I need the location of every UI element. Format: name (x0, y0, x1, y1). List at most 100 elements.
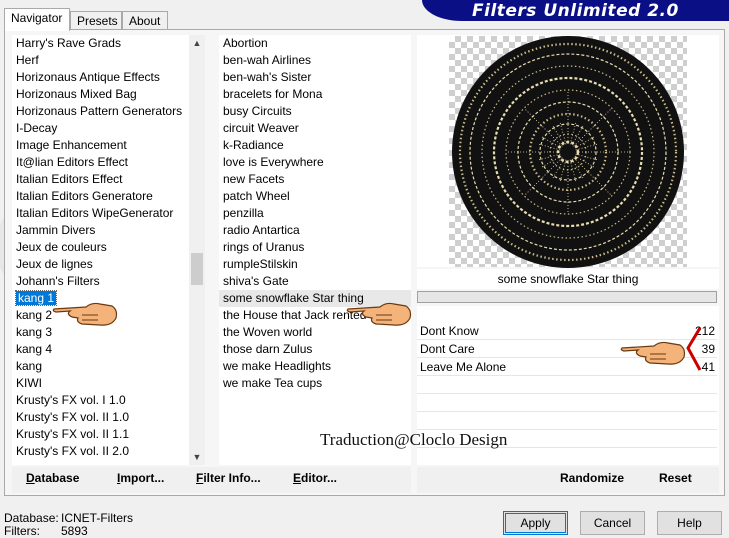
filter-info-button[interactable]: Filter Info... (196, 471, 261, 485)
param-label: Leave Me Alone (420, 360, 507, 374)
filter-item[interactable]: busy Circuits (219, 103, 411, 120)
item-label: Krusty's FX vol. II 2.0 (16, 444, 129, 458)
category-item[interactable]: Jammin Divers (12, 222, 204, 239)
category-list[interactable]: Harry's Rave Grads Herf Horizonaus Antique… (12, 35, 204, 465)
button-label: mport... (120, 471, 165, 485)
category-item[interactable]: Jeux de lignes (12, 256, 204, 273)
item-label: Abortion (223, 36, 268, 50)
filter-item[interactable]: bracelets for Mona (219, 86, 411, 103)
item-label: bracelets for Mona (223, 87, 323, 101)
button-label: ilter Info... (203, 471, 261, 485)
filter-item[interactable]: ben-wah's Sister (219, 69, 411, 86)
item-label: Herf (16, 53, 39, 67)
item-label: Horizonaus Mixed Bag (16, 87, 137, 101)
filter-item[interactable]: ben-wah Airlines (219, 52, 411, 69)
item-label: the Woven world (223, 325, 313, 339)
filter-item[interactable]: Abortion (219, 35, 411, 52)
param-row-empty (417, 394, 717, 412)
database-button[interactable]: Database (26, 471, 79, 485)
tab-presets[interactable]: Presets (70, 11, 122, 30)
item-label: kang 3 (16, 325, 53, 339)
item-label: we make Tea cups (223, 376, 323, 390)
category-item[interactable]: kang 4 (12, 341, 204, 358)
item-label: KIWI (16, 376, 42, 390)
item-label: we make Headlights (223, 359, 332, 373)
category-item[interactable]: Horizonaus Mixed Bag (12, 86, 204, 103)
pointing-hand-with-bracket-icon (620, 327, 702, 371)
param-label: Dont Know (420, 324, 479, 338)
item-label: patch Wheel (223, 189, 290, 203)
category-item[interactable]: Horizonaus Pattern Generators (12, 103, 204, 120)
param-row-empty (417, 376, 717, 394)
accesskey: D (26, 471, 35, 485)
category-item[interactable]: Krusty's FX vol. II 2.0 (12, 443, 204, 460)
item-label: Krusty's FX vol. II 1.1 (16, 427, 129, 441)
filter-item[interactable]: shiva's Gate (219, 273, 411, 290)
button-label: atabase (34, 471, 80, 485)
database-label: Database: (4, 511, 59, 525)
category-scrollbar[interactable]: ▲ ▼ (189, 35, 205, 465)
category-item[interactable]: Herf (12, 52, 204, 69)
category-item[interactable]: Krusty's FX vol. I 1.0 (12, 392, 204, 409)
category-item[interactable]: KIWI (12, 375, 204, 392)
scroll-down-icon[interactable]: ▼ (189, 449, 205, 465)
pointing-hand-icon (346, 302, 412, 326)
filter-item[interactable]: radio Antartica (219, 222, 411, 239)
help-button[interactable]: Help (657, 511, 722, 535)
category-item[interactable]: Jeux de couleurs (12, 239, 204, 256)
item-label: rumpleStilskin (223, 257, 298, 271)
credit-text: Traduction@Cloclo Design (320, 430, 508, 449)
apply-button[interactable]: Apply (503, 511, 568, 535)
filter-item[interactable]: new Facets (219, 171, 411, 188)
tab-about[interactable]: About (122, 11, 168, 30)
editor-button[interactable]: Editor... (293, 471, 337, 485)
item-label: kang (16, 359, 43, 373)
category-item[interactable]: Horizonaus Antique Effects (12, 69, 204, 86)
category-item[interactable]: It@lian Editors Effect (12, 154, 204, 171)
filter-item[interactable]: rumpleStilskin (219, 256, 411, 273)
category-item[interactable]: Italian Editors Effect (12, 171, 204, 188)
item-label: Harry's Rave Grads (16, 36, 121, 50)
category-item[interactable]: Krusty's FX vol. II 1.1 (12, 426, 204, 443)
preview-snowflake-image (452, 36, 684, 268)
reset-button[interactable]: Reset (659, 471, 692, 485)
filter-item[interactable]: we make Tea cups (219, 375, 411, 392)
cancel-button[interactable]: Cancel (580, 511, 645, 535)
item-label: shiva's Gate (223, 274, 289, 288)
item-label: Italian Editors WipeGenerator (16, 206, 174, 220)
scroll-up-icon[interactable]: ▲ (189, 35, 205, 51)
scroll-thumb[interactable] (191, 253, 203, 285)
preview-button-bar: Randomize Reset (417, 467, 719, 493)
filter-list[interactable]: Abortion ben-wah Airlines ben-wah's Sister… (219, 35, 411, 465)
item-label: Johann's Filters (16, 274, 100, 288)
filter-item[interactable]: circuit Weaver (219, 120, 411, 137)
item-label: It@lian Editors Effect (16, 155, 129, 169)
category-item[interactable]: Italian Editors WipeGenerator (12, 205, 204, 222)
category-item[interactable]: Krusty's FX vol. II 1.0 (12, 409, 204, 426)
filter-item[interactable]: love is Everywhere (219, 154, 411, 171)
filter-item[interactable]: we make Headlights (219, 358, 411, 375)
filter-item[interactable]: those darn Zulus (219, 341, 411, 358)
filter-item[interactable]: rings of Uranus (219, 239, 411, 256)
category-item[interactable]: I-Decay (12, 120, 204, 137)
filter-item[interactable]: patch Wheel (219, 188, 411, 205)
category-item[interactable]: Harry's Rave Grads (12, 35, 204, 52)
item-label: circuit Weaver (223, 121, 299, 135)
database-value: ICNET-Filters (61, 511, 133, 525)
category-item[interactable]: Italian Editors Generatore (12, 188, 204, 205)
item-label: ben-wah's Sister (223, 70, 312, 84)
tab-navigator[interactable]: Navigator (4, 8, 70, 31)
filters-label: Filters: (4, 524, 40, 538)
filter-item[interactable]: penzilla (219, 205, 411, 222)
item-label: Krusty's FX vol. I 1.0 (16, 393, 126, 407)
item-label: ben-wah Airlines (223, 53, 312, 67)
filter-item[interactable]: k-Radiance (219, 137, 411, 154)
item-label: Jammin Divers (16, 223, 96, 237)
category-item[interactable]: Image Enhancement (12, 137, 204, 154)
randomize-button[interactable]: Randomize (560, 471, 624, 485)
category-item[interactable]: kang (12, 358, 204, 375)
item-label: love is Everywhere (223, 155, 324, 169)
accesskey: E (293, 471, 302, 485)
import-button[interactable]: Import... (117, 471, 164, 485)
category-item[interactable]: Johann's Filters (12, 273, 204, 290)
